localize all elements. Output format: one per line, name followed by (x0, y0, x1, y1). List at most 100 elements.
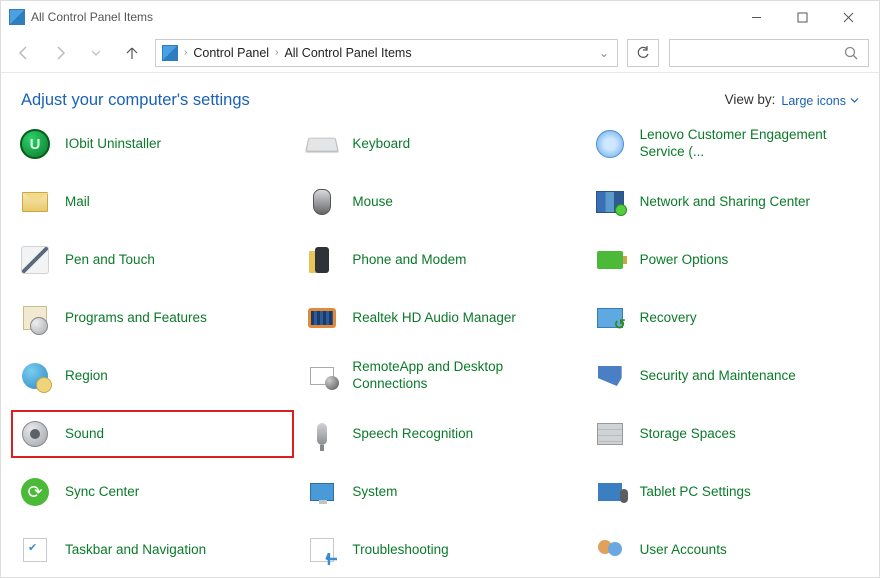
remote-icon (306, 360, 338, 392)
app-icon (9, 9, 25, 25)
cpl-item-remote[interactable]: RemoteApp and Desktop Connections (300, 354, 579, 398)
mic-icon (306, 418, 338, 450)
cpl-item-label: Pen and Touch (65, 252, 155, 269)
cpl-item-mouse[interactable]: Mouse (300, 180, 579, 224)
cpl-item-label: User Accounts (640, 542, 727, 559)
window-title: All Control Panel Items (31, 10, 733, 24)
storage-icon (594, 418, 626, 450)
titlebar: All Control Panel Items (1, 1, 879, 33)
cpl-item-recovery[interactable]: Recovery (588, 296, 867, 340)
cpl-item-security[interactable]: Security and Maintenance (588, 354, 867, 398)
taskbar-icon (19, 534, 51, 566)
cpl-item-lenovo[interactable]: Lenovo Customer Engagement Service (... (588, 122, 867, 166)
cpl-item-phone[interactable]: Phone and Modem (300, 238, 579, 282)
cpl-item-realtek[interactable]: Realtek HD Audio Manager (300, 296, 579, 340)
cpl-item-label: Realtek HD Audio Manager (352, 310, 516, 327)
cpl-item-keyboard[interactable]: Keyboard (300, 122, 579, 166)
cpl-item-label: Security and Maintenance (640, 368, 796, 385)
recovery-icon (594, 302, 626, 334)
cpl-item-label: Sync Center (65, 484, 139, 501)
cpl-item-label: Recovery (640, 310, 697, 327)
tablet-icon (594, 476, 626, 508)
content-area: UIObit Uninstaller Keyboard Lenovo Custome… (1, 122, 879, 578)
power-icon (594, 244, 626, 276)
pen-icon (19, 244, 51, 276)
sync-icon: ⟳ (19, 476, 51, 508)
cpl-item-label: Speech Recognition (352, 426, 473, 443)
cpl-item-label: Mail (65, 194, 90, 211)
keyboard-icon (306, 128, 338, 160)
cpl-item-label: Phone and Modem (352, 252, 466, 269)
users-icon (594, 534, 626, 566)
cpl-item-label: IObit Uninstaller (65, 136, 161, 153)
sound-icon (19, 418, 51, 450)
chevron-right-icon[interactable]: › (182, 47, 189, 58)
breadcrumb-seg-2[interactable]: All Control Panel Items (280, 46, 415, 60)
forward-button[interactable] (47, 40, 73, 66)
navbar: › Control Panel › All Control Panel Item… (1, 33, 879, 73)
cpl-item-network[interactable]: Network and Sharing Center (588, 180, 867, 224)
system-icon (306, 476, 338, 508)
cpl-item-mic[interactable]: Speech Recognition (300, 412, 579, 456)
address-bar[interactable]: › Control Panel › All Control Panel Item… (155, 39, 618, 67)
mail-icon (19, 186, 51, 218)
cpl-item-sound[interactable]: Sound (13, 412, 292, 456)
chevron-down-icon (850, 96, 859, 105)
up-button[interactable] (119, 40, 145, 66)
cpl-item-label: Lenovo Customer Engagement Service (... (640, 127, 830, 161)
realtek-icon (306, 302, 338, 334)
view-by-control: View by: Large icons (725, 92, 859, 109)
location-icon (162, 45, 178, 61)
cpl-item-system[interactable]: System (300, 470, 579, 514)
cpl-item-region[interactable]: Region (13, 354, 292, 398)
phone-icon (306, 244, 338, 276)
view-by-dropdown[interactable]: Large icons (781, 94, 859, 108)
refresh-button[interactable] (627, 39, 659, 67)
programs-icon (19, 302, 51, 334)
breadcrumb-seg-1[interactable]: Control Panel (189, 46, 273, 60)
cpl-item-trouble[interactable]: Troubleshooting (300, 528, 579, 572)
cpl-item-label: Power Options (640, 252, 729, 269)
security-icon (594, 360, 626, 392)
cpl-item-label: Programs and Features (65, 310, 207, 327)
cpl-item-label: Mouse (352, 194, 393, 211)
cpl-item-label: Tablet PC Settings (640, 484, 751, 501)
cpl-item-tablet[interactable]: Tablet PC Settings (588, 470, 867, 514)
view-by-value: Large icons (781, 94, 846, 108)
cpl-item-iobit[interactable]: UIObit Uninstaller (13, 122, 292, 166)
cpl-item-power[interactable]: Power Options (588, 238, 867, 282)
back-button[interactable] (11, 40, 37, 66)
cpl-item-label: Keyboard (352, 136, 410, 153)
close-button[interactable] (825, 3, 871, 31)
cpl-item-label: Sound (65, 426, 104, 443)
cpl-item-label: Taskbar and Navigation (65, 542, 206, 559)
cpl-item-label: Troubleshooting (352, 542, 448, 559)
items-grid: UIObit Uninstaller Keyboard Lenovo Custome… (13, 122, 867, 578)
cpl-item-programs[interactable]: Programs and Features (13, 296, 292, 340)
cpl-item-sync[interactable]: ⟳ Sync Center (13, 470, 292, 514)
region-icon (19, 360, 51, 392)
lenovo-icon (594, 128, 626, 160)
cpl-item-label: Region (65, 368, 108, 385)
chevron-right-icon[interactable]: › (273, 47, 280, 58)
trouble-icon (306, 534, 338, 566)
mouse-icon (306, 186, 338, 218)
cpl-item-storage[interactable]: Storage Spaces (588, 412, 867, 456)
cpl-item-label: Network and Sharing Center (640, 194, 810, 211)
cpl-item-users[interactable]: User Accounts (588, 528, 867, 572)
cpl-item-mail[interactable]: Mail (13, 180, 292, 224)
cpl-item-pen[interactable]: Pen and Touch (13, 238, 292, 282)
cpl-item-label: RemoteApp and Desktop Connections (352, 359, 542, 393)
view-by-label: View by: (725, 92, 776, 109)
minimize-button[interactable] (733, 3, 779, 31)
window-buttons (733, 3, 871, 31)
cpl-item-label: Storage Spaces (640, 426, 736, 443)
network-icon (594, 186, 626, 218)
recent-dropdown[interactable] (83, 40, 109, 66)
search-box[interactable] (669, 39, 869, 67)
page-heading: Adjust your computer's settings (21, 91, 250, 110)
cpl-item-taskbar[interactable]: Taskbar and Navigation (13, 528, 292, 572)
header-row: Adjust your computer's settings View by:… (1, 73, 879, 122)
address-dropdown-icon[interactable]: ⌄ (597, 46, 615, 60)
maximize-button[interactable] (779, 3, 825, 31)
